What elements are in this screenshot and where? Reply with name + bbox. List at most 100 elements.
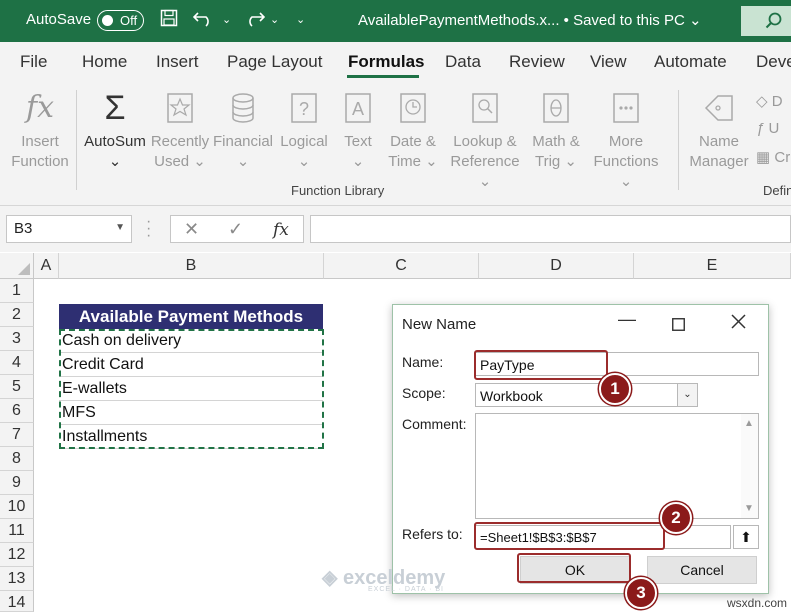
function-icon: fx [25, 90, 55, 125]
refers-to-label: Refers to: [402, 526, 463, 542]
undo-icon[interactable] [192, 9, 215, 32]
recently-used-label-2: Used ⌄ [154, 153, 206, 170]
row-header[interactable]: 4 [0, 351, 34, 375]
math-trig-button[interactable]: Math & Trig ⌄ [528, 84, 584, 172]
row-header[interactable]: 5 [0, 375, 34, 399]
row-header[interactable]: 2 [0, 303, 34, 327]
row-header[interactable]: 3 [0, 327, 34, 351]
scroll-up-icon[interactable]: ▲ [744, 418, 754, 429]
name-manager-button[interactable]: Name Manager [686, 84, 752, 172]
redo-dropdown-icon[interactable]: ⌄ [270, 13, 279, 26]
text-button[interactable]: A Text ⌄ [336, 84, 380, 172]
theta-book-icon [528, 84, 584, 132]
row-header[interactable]: 11 [0, 519, 34, 543]
financial-button[interactable]: Financial ⌄ [212, 84, 274, 172]
file-title[interactable]: AvailablePaymentMethods.x... • Saved to … [358, 11, 702, 29]
tab-developer[interactable]: Deve [756, 52, 791, 72]
save-icon[interactable] [160, 9, 178, 32]
row-header[interactable]: 9 [0, 471, 34, 495]
cancel-button[interactable]: Cancel [647, 556, 757, 584]
row-header[interactable]: 12 [0, 543, 34, 567]
row-header[interactable]: 6 [0, 399, 34, 423]
recently-used-button[interactable]: Recently Used ⌄ [150, 84, 210, 172]
table-cell[interactable]: Cash on delivery [59, 329, 323, 353]
formula-input[interactable] [310, 215, 791, 243]
coins-icon [212, 84, 274, 132]
watermark-icon: ◈ [322, 567, 338, 589]
step-1-badge: 1 [599, 373, 631, 405]
date-time-button[interactable]: Date & Time ⌄ [382, 84, 444, 172]
column-header-c[interactable]: C [324, 253, 479, 279]
tab-review[interactable]: Review [509, 52, 565, 72]
row-header[interactable]: 10 [0, 495, 34, 519]
ok-button[interactable]: OK [520, 556, 630, 584]
search-button[interactable] [741, 6, 791, 36]
table-cell[interactable]: MFS [59, 401, 323, 425]
tab-insert[interactable]: Insert [156, 52, 199, 72]
cancel-formula-icon[interactable]: ✕ [184, 219, 199, 240]
title-bar: AutoSave Off ⌄ ⌄ ⌄ AvailablePaymentMetho… [0, 0, 791, 42]
text-dropdown: ⌄ [351, 153, 365, 170]
tab-data[interactable]: Data [445, 52, 481, 72]
undo-dropdown-icon[interactable]: ⌄ [222, 13, 231, 26]
logical-button[interactable]: ? Logical ⌄ [276, 84, 332, 172]
define-name-button[interactable]: ◇ D [756, 92, 783, 110]
name-box-dropdown-icon[interactable]: ▼ [115, 222, 125, 233]
more-functions-button[interactable]: More Functions ⌄ [586, 84, 666, 192]
column-header-e[interactable]: E [634, 253, 791, 279]
maximize-icon[interactable] [672, 315, 685, 336]
row-header[interactable]: 1 [0, 279, 34, 303]
tab-automate[interactable]: Automate [654, 52, 727, 72]
table-cell[interactable]: Credit Card [59, 353, 323, 377]
refers-to-input[interactable]: =Sheet1!$B$3:$B$7 [475, 525, 731, 549]
toggle-knob [102, 15, 113, 26]
scroll-down-icon[interactable]: ▼ [744, 503, 754, 514]
tab-home[interactable]: Home [82, 52, 127, 72]
table-cell[interactable]: E-wallets [59, 377, 323, 401]
step-3-badge: 3 [625, 577, 657, 609]
autosum-button[interactable]: Σ AutoSum ⌄ [82, 84, 148, 172]
financial-label: Financial [212, 133, 274, 150]
redo-icon[interactable] [243, 9, 266, 32]
column-header-b[interactable]: B [59, 253, 324, 279]
scope-select[interactable]: Workbook ⌄ [475, 383, 698, 407]
defined-names-group-label: Defin [763, 183, 791, 198]
table-header-cell[interactable]: Available Payment Methods [59, 304, 323, 329]
table-cell[interactable]: Installments [59, 425, 323, 449]
row-header[interactable]: 7 [0, 423, 34, 447]
select-all-corner[interactable] [0, 253, 34, 279]
dialog-title: New Name [402, 316, 477, 333]
insert-function-button[interactable]: fx Insert Function [8, 84, 72, 172]
more-functions-label-2: Functions ⌄ [593, 153, 659, 190]
confirm-formula-icon[interactable]: ✓ [228, 219, 243, 240]
create-from-selection-label: Cr [774, 149, 791, 166]
customize-qat-icon[interactable]: ⌄ [296, 13, 305, 26]
create-from-selection-button[interactable]: ▦ Cr [756, 148, 790, 166]
ribbon-separator [678, 90, 679, 190]
insert-function-label-1: Insert [21, 133, 59, 150]
tab-formulas[interactable]: Formulas [348, 52, 425, 72]
lookup-reference-button[interactable]: Lookup & Reference ⌄ [444, 84, 526, 192]
new-name-dialog: New Name — Name: PayType Scope: Workbook… [392, 304, 769, 594]
name-box[interactable]: B3 ▼ [6, 215, 132, 243]
minimize-icon[interactable]: — [618, 309, 636, 330]
row-header[interactable]: 13 [0, 567, 34, 591]
insert-function-icon[interactable]: fx [273, 220, 289, 240]
tab-page-layout[interactable]: Page Layout [227, 52, 322, 72]
date-time-label-1: Date & [390, 133, 436, 150]
comment-textarea[interactable]: ▲ ▼ [475, 413, 759, 519]
close-icon[interactable] [731, 313, 746, 334]
question-book-icon: ? [276, 84, 332, 132]
use-in-formula-button[interactable]: ƒ U [756, 120, 779, 137]
autosave-toggle[interactable]: Off [97, 10, 144, 31]
tab-view[interactable]: View [590, 52, 627, 72]
row-header[interactable]: 8 [0, 447, 34, 471]
scope-dropdown-icon[interactable]: ⌄ [677, 384, 697, 406]
collapse-dialog-button[interactable]: ⬆ [733, 525, 759, 549]
formula-bar: B3 ▼ · · · ✕ ✓ fx [0, 206, 791, 252]
row-header[interactable]: 14 [0, 591, 34, 612]
column-header-a[interactable]: A [34, 253, 59, 279]
comment-scrollbar[interactable]: ▲ ▼ [741, 414, 758, 518]
column-header-d[interactable]: D [479, 253, 634, 279]
tab-file[interactable]: File [20, 52, 47, 72]
